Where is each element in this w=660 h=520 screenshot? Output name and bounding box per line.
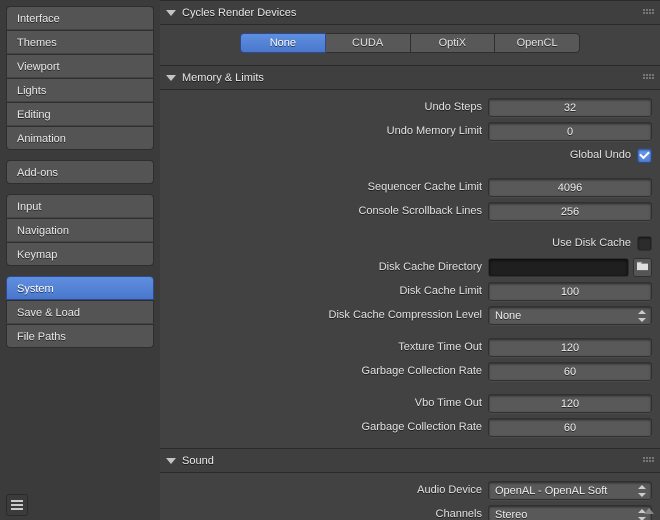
garbage-collection-rate-2-label: Garbage Collection Rate [362,421,482,433]
panel-cycles-render-devices: Cycles Render Devices None CUDA OptiX Op… [160,0,660,65]
sidebar-item-navigation[interactable]: Navigation [6,218,154,242]
sidebar-item-interface[interactable]: Interface [6,6,154,30]
console-scrollback-lines-field[interactable]: 256 [488,202,652,221]
vbo-timeout-field[interactable]: 120 [488,394,652,413]
audio-device-select[interactable]: OpenAL - OpenAL Soft [488,481,652,500]
channels-select[interactable]: Stereo [488,505,652,520]
panel-title: Sound [182,455,214,467]
sidebar-item-system[interactable]: System [6,276,154,300]
disk-cache-compression-level-select[interactable]: None [488,306,652,325]
select-value: OpenAL - OpenAL Soft [495,485,607,497]
sidebar-item-addons[interactable]: Add-ons [6,160,154,184]
panel-header-sound[interactable]: Sound [160,448,660,473]
garbage-collection-rate-2-field[interactable]: 60 [488,418,652,437]
sequencer-cache-limit-label: Sequencer Cache Limit [368,181,482,193]
disk-cache-directory-field[interactable] [488,258,629,277]
select-value: None [495,310,521,322]
disk-cache-limit-field[interactable]: 100 [488,282,652,301]
sidebar-item-viewport[interactable]: Viewport [6,54,154,78]
panel-title: Cycles Render Devices [182,7,296,19]
sidebar-item-keymap[interactable]: Keymap [6,242,154,266]
cycles-device-segmented: None CUDA OptiX OpenCL [240,33,580,53]
disclosure-triangle-icon [166,75,176,81]
use-disk-cache-checkbox[interactable] [637,236,652,251]
panel-memory-limits: Memory & Limits Undo Steps 32 Undo Memor… [160,65,660,448]
browse-folder-button[interactable] [633,258,652,277]
preferences-main: Cycles Render Devices None CUDA OptiX Op… [160,0,660,520]
panel-title: Memory & Limits [182,72,264,84]
cycles-device-opencl[interactable]: OpenCL [495,33,580,53]
cycles-device-none[interactable]: None [240,33,326,53]
sidebar-item-animation[interactable]: Animation [6,126,154,150]
sidebar-item-themes[interactable]: Themes [6,30,154,54]
folder-icon [636,260,649,274]
cycles-device-optix[interactable]: OptiX [411,33,496,53]
undo-memory-limit-label: Undo Memory Limit [387,125,482,137]
scroll-up-icon[interactable] [642,506,656,516]
console-scrollback-lines-label: Console Scrollback Lines [358,205,482,217]
audio-device-label: Audio Device [417,484,482,496]
sidebar-item-input[interactable]: Input [6,194,154,218]
sidebar-item-save-load[interactable]: Save & Load [6,300,154,324]
disk-cache-limit-label: Disk Cache Limit [399,285,482,297]
grip-icon[interactable] [643,74,654,79]
global-undo-label: Global Undo [570,149,631,161]
channels-label: Channels [436,508,482,520]
select-value: Stereo [495,509,527,520]
panel-sound: Sound Audio Device OpenAL - OpenAL Soft [160,448,660,520]
disclosure-triangle-icon [166,458,176,464]
vbo-timeout-label: Vbo Time Out [415,397,482,409]
disk-cache-compression-level-label: Disk Cache Compression Level [329,309,482,321]
sidebar-item-lights[interactable]: Lights [6,78,154,102]
undo-memory-limit-field[interactable]: 0 [488,122,652,141]
undo-steps-label: Undo Steps [425,101,482,113]
texture-timeout-field[interactable]: 120 [488,338,652,357]
undo-steps-field[interactable]: 32 [488,98,652,117]
select-arrows-icon [638,485,646,497]
panel-header-memory[interactable]: Memory & Limits [160,65,660,90]
sidebar-item-file-paths[interactable]: File Paths [6,324,154,348]
grip-icon[interactable] [643,457,654,462]
sequencer-cache-limit-field[interactable]: 4096 [488,178,652,197]
grip-icon[interactable] [643,9,654,14]
hamburger-icon[interactable] [6,494,28,516]
preferences-sidebar: Interface Themes Viewport Lights Editing… [0,0,160,520]
garbage-collection-rate-field[interactable]: 60 [488,362,652,381]
panel-header-cycles[interactable]: Cycles Render Devices [160,0,660,25]
garbage-collection-rate-label: Garbage Collection Rate [362,365,482,377]
sidebar-item-editing[interactable]: Editing [6,102,154,126]
use-disk-cache-label: Use Disk Cache [552,237,631,249]
disk-cache-directory-label: Disk Cache Directory [379,261,482,273]
disclosure-triangle-icon [166,10,176,16]
texture-timeout-label: Texture Time Out [398,341,482,353]
cycles-device-cuda[interactable]: CUDA [326,33,411,53]
global-undo-checkbox[interactable] [637,148,652,163]
select-arrows-icon [638,310,646,322]
